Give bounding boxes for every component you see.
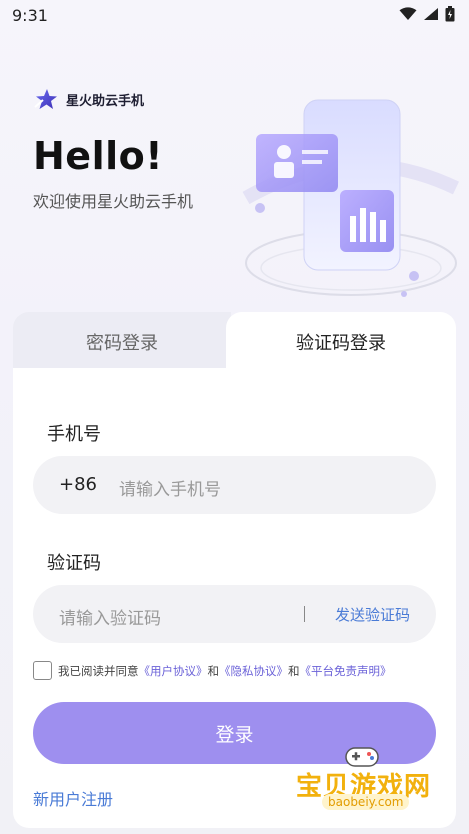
agreement-row: 我已阅读并同意《用户协议》和《隐私协议》和《平台免责声明》 [33,661,392,680]
input-divider [304,606,305,622]
tab-password-login[interactable]: 密码登录 [13,312,231,372]
phone-illustration [242,99,460,297]
watermark: 宝贝游戏网 baobeiy.com [292,744,442,824]
brand: 星火助云手机 [34,88,144,110]
status-time: 9:31 [12,6,48,25]
register-link[interactable]: 新用户注册 [33,786,113,810]
phone-input[interactable]: +86 请输入手机号 [33,456,436,514]
status-icons [399,6,455,22]
phone-label: 手机号 [47,424,101,445]
code-input[interactable]: 请输入验证码 发送验证码 [33,585,436,643]
signal-icon [424,8,438,20]
user-agreement-link[interactable]: 《用户协议》 [139,664,208,678]
tab-code-login[interactable]: 验证码登录 [226,312,456,372]
agreement-and-1: 和 [207,663,220,678]
privacy-agreement-link[interactable]: 《隐私协议》 [219,664,288,678]
agreement-checkbox[interactable] [33,661,52,680]
welcome-text: 欢迎使用星火助云手机 [33,192,194,211]
code-placeholder: 请输入验证码 [59,609,161,629]
brand-name: 星火助云手机 [66,93,145,109]
agreement-prefix: 我已阅读并同意 [58,663,139,678]
status-bar: 9:31 [0,0,469,32]
disclaimer-link[interactable]: 《平台免责声明》 [300,664,392,678]
send-code-button[interactable]: 发送验证码 [335,604,410,625]
phone-placeholder: 请输入手机号 [119,480,221,500]
battery-icon [445,6,455,22]
code-label: 验证码 [47,553,101,574]
agreement-and-2: 和 [288,663,300,678]
watermark-url: baobeiy.com [322,794,410,810]
country-code-prefix[interactable]: +86 [59,474,97,495]
login-tabs: 密码登录 验证码登录 [13,312,456,372]
hello-heading: Hello! [33,134,164,178]
wifi-icon [399,7,417,20]
star-logo-icon [34,89,57,109]
